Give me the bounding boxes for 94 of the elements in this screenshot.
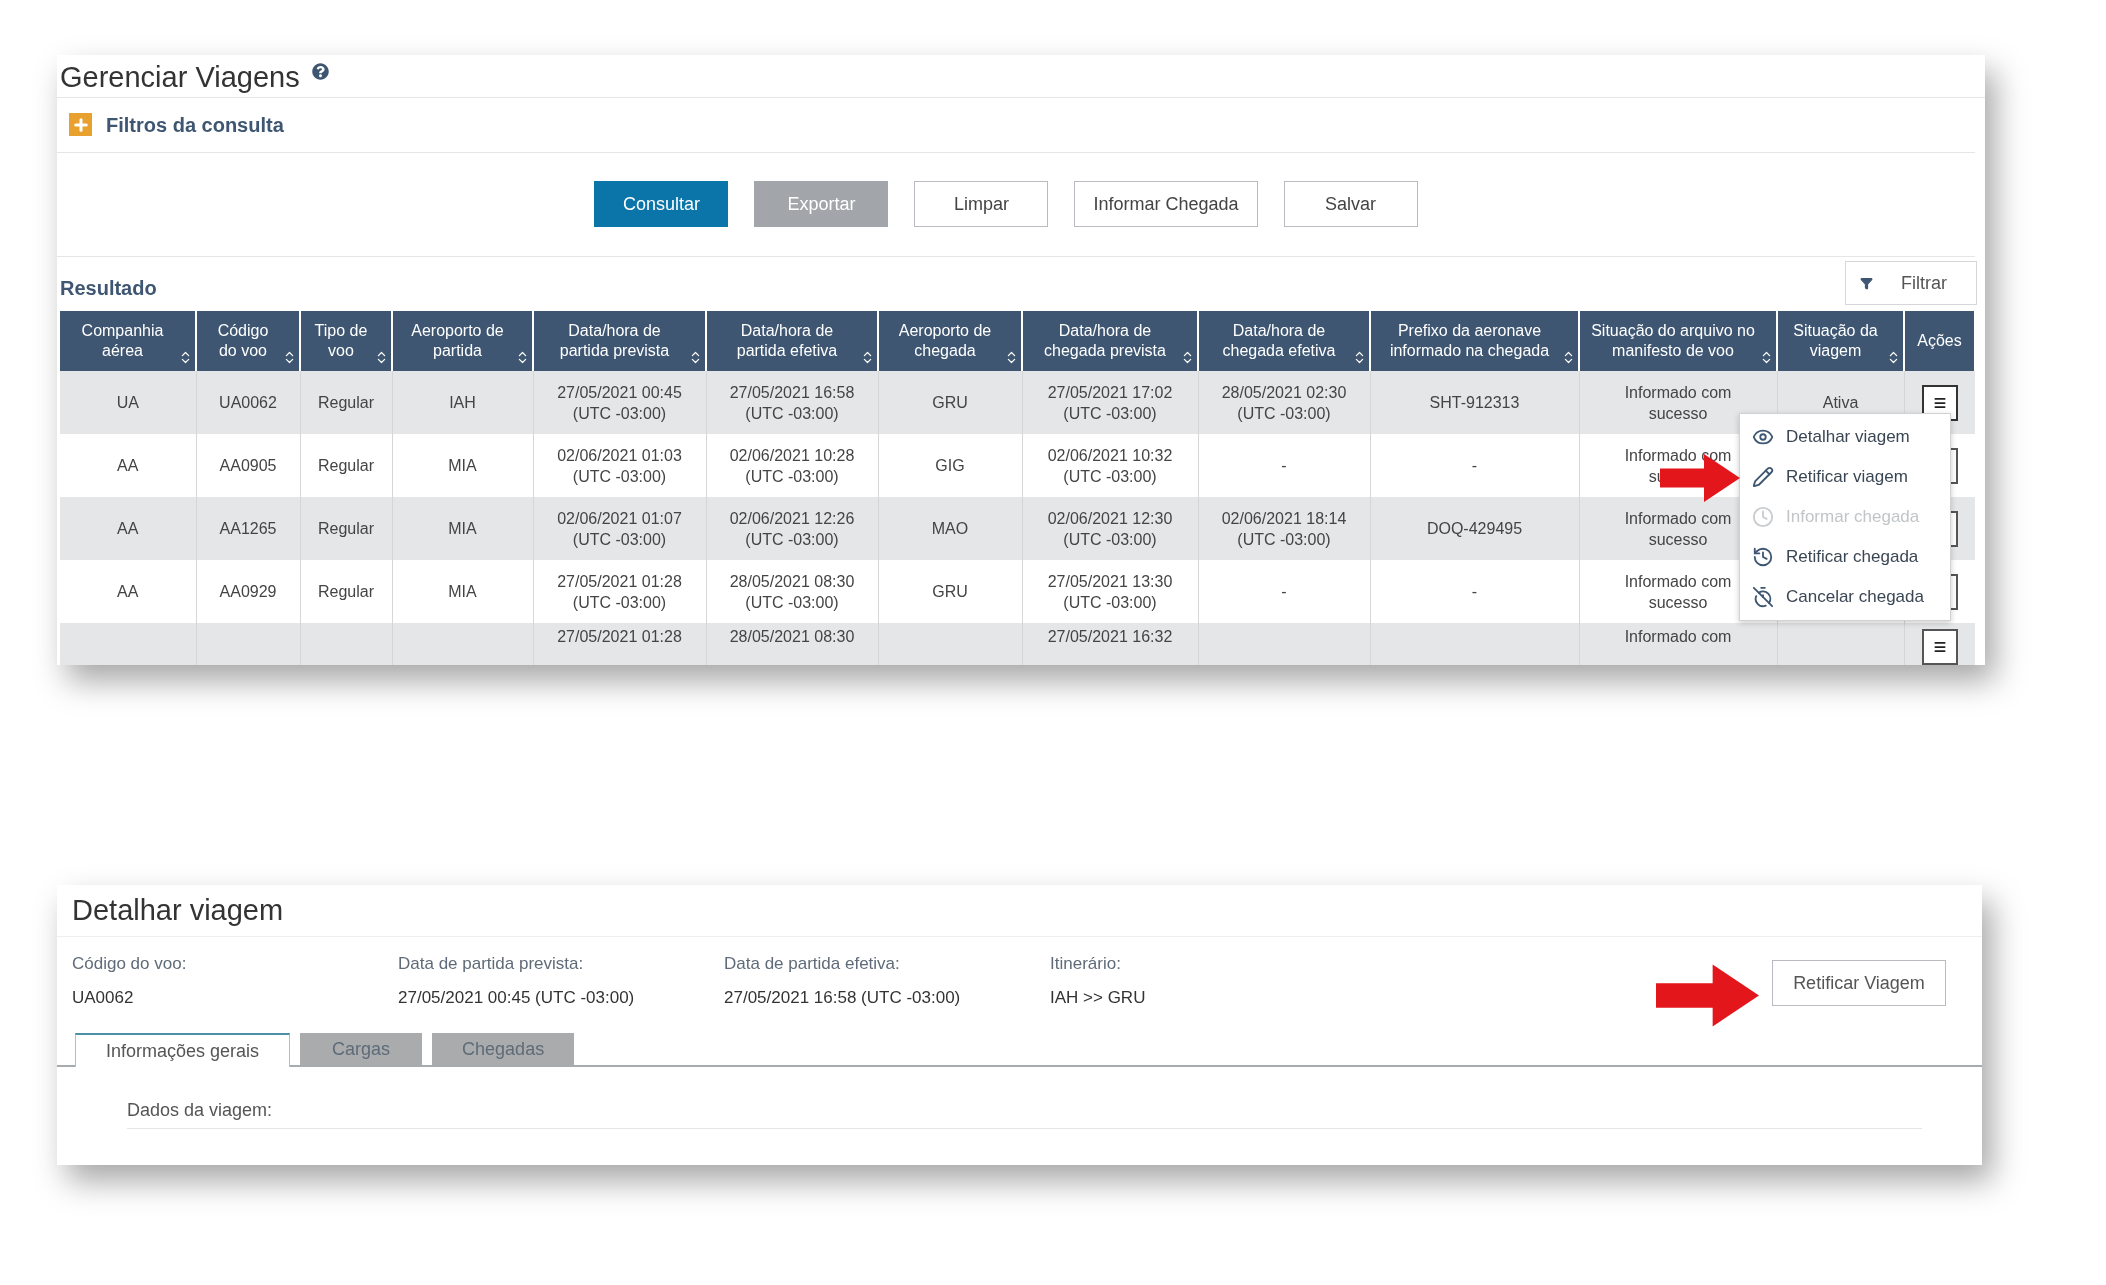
table-cell: IAH (449, 394, 476, 411)
table-cell: MIA (448, 457, 477, 474)
menu-item[interactable]: Detalhar viagem (1740, 417, 1950, 457)
table-cell: - (1471, 457, 1478, 474)
column-header[interactable]: Situação da viagem (1777, 311, 1904, 371)
clock-slash-icon (1752, 586, 1774, 608)
table-cell: 27/05/2021 17:02 (UTC -03:00) (1047, 383, 1173, 422)
table-cell: AA (117, 520, 139, 537)
table-cell: MAO (931, 520, 969, 537)
table-cell: 27/05/2021 01:28 (557, 628, 682, 645)
page-title: Gerenciar Viagens (60, 60, 300, 95)
table-cell: Regular (318, 394, 374, 411)
table-cell: 27/05/2021 16:32 (1047, 628, 1173, 645)
table-cell: GRU (932, 583, 968, 600)
menu-icon (1932, 395, 1947, 410)
field-value: 27/05/2021 16:58 (UTC -03:00) (724, 986, 962, 1009)
filter-icon (1860, 276, 1873, 290)
field-label: Data de partida efetiva: (724, 953, 901, 975)
table-cell: AA0929 (219, 583, 277, 600)
detail-title: Detalhar viagem (72, 892, 284, 928)
section-title: Dados da viagem: (127, 1100, 273, 1120)
table-cell: Informado com sucesso (1624, 383, 1732, 422)
column-header[interactable]: Companhia aérea (60, 311, 196, 371)
filter-button[interactable]: Filtrar (1845, 261, 1977, 305)
column-header[interactable]: Código do voo (196, 311, 300, 371)
row-actions-button[interactable] (1921, 629, 1958, 665)
table-cell: AA (117, 457, 139, 474)
menu-item[interactable]: Retificar chegada (1740, 537, 1950, 577)
field-label: Código do voo: (72, 953, 188, 975)
table-cell: AA1265 (219, 520, 277, 537)
column-header[interactable]: Data/hora de chegada efetiva (1198, 311, 1370, 371)
column-header[interactable]: Aeroporto de partida (392, 311, 533, 371)
table-cell: Informado com sucesso (1624, 509, 1732, 548)
column-header[interactable]: Data/hora de partida efetiva (706, 311, 878, 371)
table-cell: 02/06/2021 10:32 (UTC -03:00) (1047, 446, 1173, 485)
action-button[interactable]: Consultar (594, 181, 729, 228)
table-cell: Ativa (1822, 394, 1859, 411)
table-cell: Regular (318, 583, 374, 600)
column-header[interactable]: Prefixo da aeronave informado na chegada (1370, 311, 1579, 371)
column-header[interactable]: Situação do arquivo no manifesto de voo (1579, 311, 1777, 371)
table-cell: Informado com (1624, 628, 1732, 645)
field-value: 27/05/2021 00:45 (UTC -03:00) (398, 986, 636, 1009)
table-cell: MIA (448, 520, 477, 537)
table-cell: Regular (318, 520, 374, 537)
table-cell: 02/06/2021 18:14 (UTC -03:00) (1221, 509, 1347, 548)
table-cell: 28/05/2021 08:30 (729, 628, 855, 645)
table-cell: DOQ-429495 (1426, 520, 1523, 537)
table-cell: GIG (935, 457, 965, 474)
table-cell: 28/05/2021 02:30 (UTC -03:00) (1221, 383, 1347, 422)
result-title: Resultado (60, 276, 157, 301)
table-cell: 02/06/2021 01:03 (UTC -03:00) (557, 446, 682, 485)
table-cell: UA0062 (219, 394, 277, 411)
column-header[interactable]: Data/hora de partida prevista (533, 311, 706, 371)
table-cell: UA (116, 394, 139, 411)
field-value: IAH >> GRU (1050, 986, 1147, 1009)
field-label: Itinerário: (1050, 953, 1122, 975)
table-cell: MIA (448, 583, 477, 600)
table-cell: 02/06/2021 12:26 (UTC -03:00) (729, 509, 855, 548)
table-cell: 27/05/2021 13:30 (UTC -03:00) (1047, 572, 1173, 611)
menu-item[interactable]: Retificar viagem (1740, 457, 1950, 497)
filters-title[interactable]: Filtros da consulta (106, 109, 284, 140)
table-cell: Regular (318, 457, 374, 474)
table-cell: 27/05/2021 01:28 (UTC -03:00) (557, 572, 682, 611)
table-cell: 27/05/2021 16:58 (UTC -03:00) (729, 383, 855, 422)
field-value: UA0062 (72, 986, 135, 1009)
table-cell: 02/06/2021 12:30 (UTC -03:00) (1047, 509, 1173, 548)
action-button[interactable]: Salvar (1283, 181, 1418, 228)
menu-item[interactable]: Cancelar chegada (1740, 577, 1950, 617)
table-cell: - (1281, 457, 1287, 474)
table-cell: GRU (932, 394, 968, 411)
table-cell: - (1281, 583, 1287, 600)
column-header: Ações (1904, 311, 1975, 371)
history-icon (1752, 546, 1774, 568)
menu-icon (1932, 640, 1947, 654)
column-header[interactable]: Aeroporto de chegada (878, 311, 1022, 371)
table-cell: 28/05/2021 08:30 (UTC -03:00) (729, 572, 855, 611)
table-cell: - (1471, 583, 1478, 600)
table-cell: 27/05/2021 00:45 (UTC -03:00) (557, 383, 682, 422)
pencil-icon (1752, 466, 1774, 488)
table-cell: AA0905 (219, 457, 277, 474)
table-cell: AA (117, 583, 139, 600)
action-button[interactable]: Limpar (914, 181, 1049, 228)
help-icon[interactable] (311, 63, 329, 80)
clock-icon (1752, 506, 1774, 528)
column-header[interactable]: Tipo de voo (300, 311, 392, 371)
table-cell: 02/06/2021 01:07 (UTC -03:00) (557, 509, 682, 548)
tab[interactable]: Informações gerais (75, 1033, 291, 1067)
rectify-trip-button[interactable]: Retificar Viagem (1772, 960, 1946, 1006)
action-button[interactable]: Informar Chegada (1074, 181, 1258, 228)
field-label: Data de partida prevista: (398, 953, 585, 975)
table-cell: SHT-912313 (1429, 394, 1520, 411)
column-header[interactable]: Data/hora de chegada prevista (1022, 311, 1198, 371)
table-cell: 02/06/2021 10:28 (UTC -03:00) (729, 446, 855, 485)
table-cell: Informado com sucesso (1624, 572, 1732, 611)
